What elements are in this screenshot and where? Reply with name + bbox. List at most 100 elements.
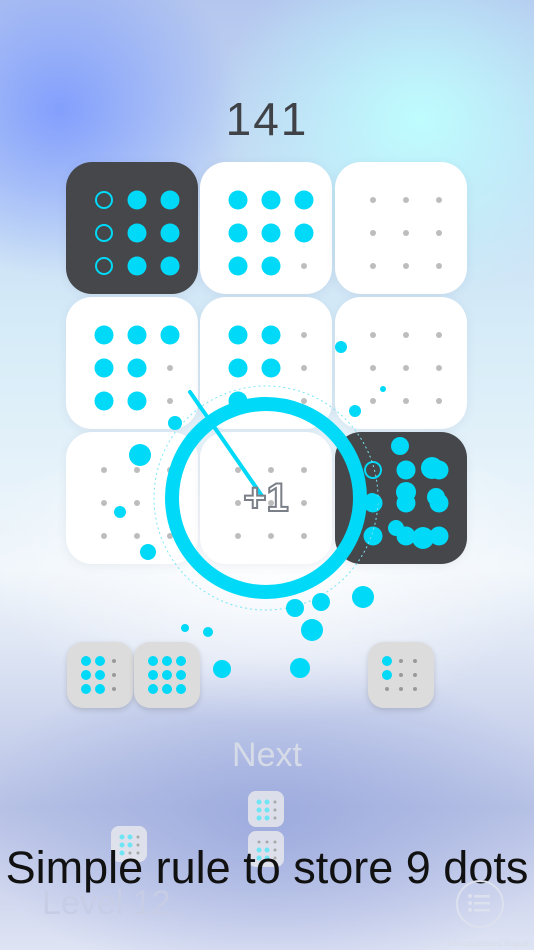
dot-empty: [369, 229, 376, 236]
dot-empty: [273, 808, 277, 812]
dot-full: [228, 391, 247, 410]
dot-full: [294, 190, 313, 209]
dot-full: [429, 493, 448, 512]
dot-empty: [369, 262, 376, 269]
board-tile[interactable]: [200, 162, 332, 294]
dot-empty: [435, 262, 442, 269]
board-tile[interactable]: [200, 297, 332, 429]
dot-full: [162, 670, 172, 680]
dot-ring: [94, 190, 113, 209]
dot-full: [127, 391, 146, 410]
dot-empty: [402, 364, 409, 371]
dot-full: [261, 358, 280, 377]
dot-empty: [369, 364, 376, 371]
dot-full: [294, 223, 313, 242]
dot-full: [176, 656, 186, 666]
dot-full: [127, 190, 146, 209]
plus-one-label: +1: [242, 475, 290, 521]
dot-empty: [300, 397, 307, 404]
dot-ring: [363, 460, 382, 479]
dot-grid: [356, 183, 446, 273]
caption: Simple rule to store 9 dots: [5, 842, 529, 893]
dot-empty: [166, 397, 173, 404]
dot-empty: [435, 331, 442, 338]
dot-empty: [133, 499, 140, 506]
dot-full: [95, 656, 105, 666]
dot-full: [94, 358, 113, 377]
dot-empty: [273, 800, 277, 804]
dot-full: [94, 325, 113, 344]
dot-empty: [112, 687, 116, 691]
dot-empty: [267, 466, 274, 473]
score: 141: [225, 93, 309, 145]
dot-grid: [87, 318, 179, 410]
dot-empty: [413, 673, 417, 677]
dot-empty: [267, 397, 274, 404]
board-tile[interactable]: [335, 162, 467, 294]
list-menu-icon: [468, 894, 490, 912]
dot-grid: [356, 453, 448, 545]
dot-full: [429, 460, 448, 479]
dot-full: [228, 190, 247, 209]
dot-empty: [166, 466, 173, 473]
dot-empty: [369, 397, 376, 404]
dot-full: [396, 526, 415, 545]
tray-piece[interactable]: [368, 642, 434, 708]
dot-empty: [166, 499, 173, 506]
dot-empty: [399, 673, 403, 677]
dot-grid: [87, 453, 177, 543]
dot-grid: [221, 318, 311, 410]
dot-empty: [435, 364, 442, 371]
dot-empty: [435, 196, 442, 203]
tray-piece[interactable]: [134, 642, 200, 708]
dot-full: [429, 526, 448, 545]
dot-grid: [221, 183, 313, 275]
board-tile[interactable]: [66, 162, 198, 294]
dot-empty: [413, 687, 417, 691]
dot-empty: [435, 397, 442, 404]
dot-full: [228, 358, 247, 377]
dot-full: [228, 256, 247, 275]
dot-full: [127, 325, 146, 344]
dot-full: [160, 190, 179, 209]
dot-full: [162, 656, 172, 666]
dot-full: [148, 656, 158, 666]
dot-empty: [166, 532, 173, 539]
dot-full: [228, 325, 247, 344]
dot-empty: [267, 532, 274, 539]
dot-grid: [87, 183, 179, 275]
board-tile[interactable]: [66, 297, 198, 429]
dot-empty: [166, 364, 173, 371]
dot-full: [94, 391, 113, 410]
watermark: Uncompressed Rogue: [448, 939, 528, 948]
board-tile[interactable]: [335, 297, 467, 429]
dot-full: [81, 670, 91, 680]
dot-empty: [112, 673, 116, 677]
dot-full: [148, 684, 158, 694]
dot-full: [148, 670, 158, 680]
dot-full: [162, 684, 172, 694]
dot-grid: [380, 654, 422, 696]
dot-empty: [402, 397, 409, 404]
tray-piece[interactable]: [67, 642, 133, 708]
dot-full: [256, 807, 262, 813]
board-tile[interactable]: [335, 432, 467, 564]
dot-empty: [402, 196, 409, 203]
dot-ring: [94, 256, 113, 275]
dot-full: [256, 799, 262, 805]
dot-full: [363, 493, 382, 512]
dot-empty: [369, 331, 376, 338]
dot-full: [95, 684, 105, 694]
dot-full: [127, 834, 133, 840]
dot-full: [119, 834, 125, 840]
dot-empty: [402, 331, 409, 338]
dot-full: [264, 815, 270, 821]
dot-full: [264, 799, 270, 805]
menu-button[interactable]: [456, 880, 504, 928]
board-tile[interactable]: [66, 432, 198, 564]
next-label: Next: [232, 736, 302, 774]
dot-empty: [435, 229, 442, 236]
dot-full: [396, 493, 415, 512]
dot-full: [228, 223, 247, 242]
dot-grid: [255, 798, 279, 822]
